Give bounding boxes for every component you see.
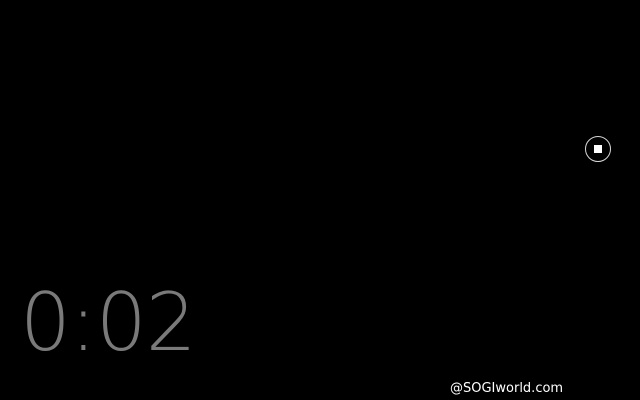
- recording-timer: 0:02: [20, 276, 197, 369]
- stop-icon: [594, 145, 602, 153]
- watermark-text: @SOGIworld.com: [450, 381, 564, 396]
- stop-recording-button[interactable]: [585, 136, 611, 162]
